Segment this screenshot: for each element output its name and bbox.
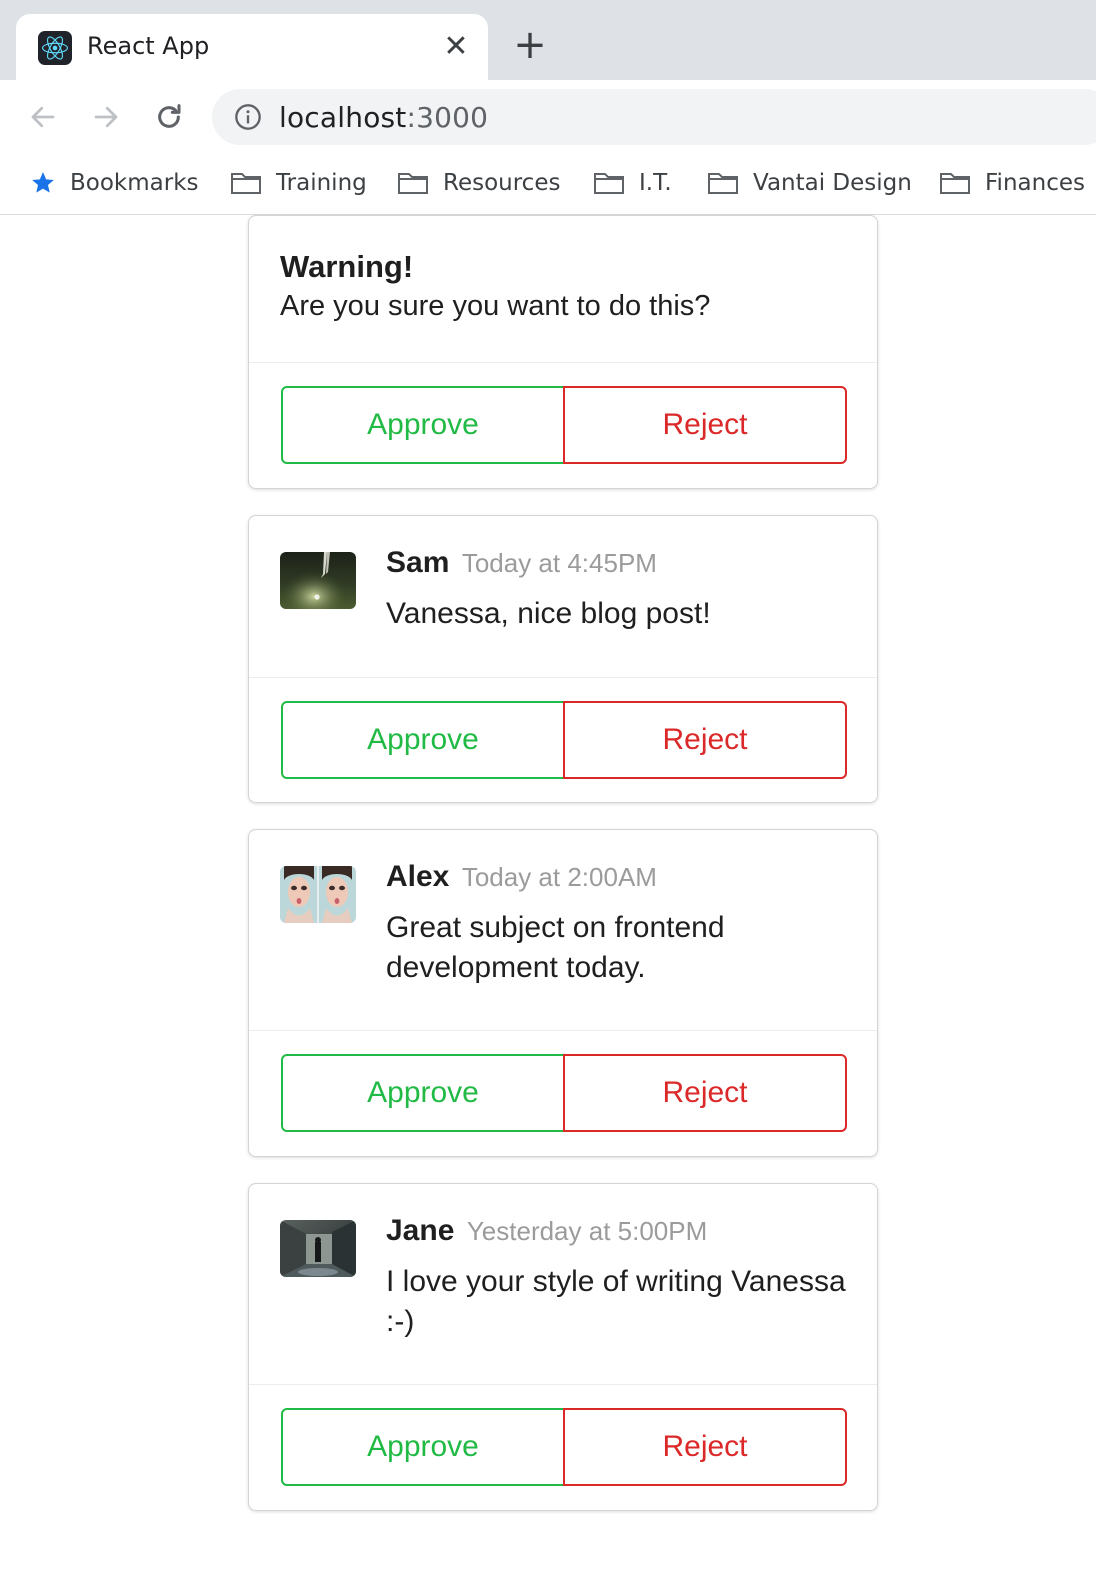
comment-author[interactable]: Alex — [386, 860, 449, 893]
back-arrow-icon[interactable] — [23, 97, 63, 137]
approval-button-group: Approve Reject — [281, 701, 847, 779]
avatar — [280, 552, 356, 609]
info-icon[interactable] — [234, 103, 262, 131]
forward-arrow-icon[interactable] — [86, 97, 126, 137]
comment-header: Jane Yesterday at 5:00PM — [386, 1214, 707, 1248]
comment-card: Jane Yesterday at 5:00PM I love your sty… — [248, 1183, 878, 1511]
bookmark-folder-finances[interactable]: Finances — [939, 168, 1085, 198]
card-content: Jane Yesterday at 5:00PM I love your sty… — [249, 1184, 877, 1384]
approve-button[interactable]: Approve — [281, 701, 565, 779]
tab-title: React App — [87, 32, 210, 60]
approval-button-group: Approve Reject — [281, 1054, 847, 1132]
bookmark-folder-vantai-design[interactable]: Vantai Design — [707, 168, 912, 198]
close-tab-icon[interactable]: ✕ — [442, 32, 470, 62]
card-actions: Approve Reject — [249, 1384, 877, 1510]
bookmark-label: Resources — [443, 170, 561, 196]
approve-button[interactable]: Approve — [281, 386, 565, 464]
warning-title: Warning! — [280, 249, 414, 284]
bookmark-label: Vantai Design — [753, 170, 912, 196]
bookmark-folder-training[interactable]: Training — [230, 168, 367, 198]
approve-button[interactable]: Approve — [281, 1408, 565, 1486]
avatar — [280, 866, 356, 923]
reject-button[interactable]: Reject — [563, 1054, 847, 1132]
folder-icon — [708, 173, 738, 194]
folder-icon — [940, 173, 970, 194]
browser-toolbar: localhost:3000 — [0, 80, 1096, 152]
card-actions: Approve Reject — [249, 362, 877, 488]
card-actions: Approve Reject — [249, 677, 877, 802]
bookmark-label: I.T. — [639, 170, 672, 196]
comment-timestamp: Today at 2:00AM — [461, 862, 657, 892]
folder-icon — [594, 173, 624, 194]
reject-button[interactable]: Reject — [563, 1408, 847, 1486]
card-content: Warning! Are you sure you want to do thi… — [249, 216, 877, 362]
comment-card: Alex Today at 2:00AM Great subject on fr… — [248, 829, 878, 1157]
url-text: localhost:3000 — [279, 101, 489, 134]
comment-author[interactable]: Jane — [386, 1214, 454, 1247]
folder-icon — [231, 173, 261, 194]
bookmarks-bar: Bookmarks Training Resources I.T. Vantai… — [0, 152, 1096, 215]
comment-timestamp: Yesterday at 5:00PM — [466, 1216, 708, 1246]
approve-button[interactable]: Approve — [281, 1054, 565, 1132]
star-icon — [32, 172, 54, 193]
approval-button-group: Approve Reject — [281, 1408, 847, 1486]
tab-strip: React App ✕ + — [0, 0, 1096, 82]
comment-header: Sam Today at 4:45PM — [386, 546, 657, 580]
comment-timestamp: Today at 4:45PM — [461, 548, 657, 578]
bookmark-folder-resources[interactable]: Resources — [397, 168, 560, 198]
folder-icon — [398, 173, 428, 194]
react-favicon-icon — [38, 31, 72, 65]
comment-header: Alex Today at 2:00AM — [386, 860, 657, 894]
bookmark-folder-it[interactable]: I.T. — [593, 168, 672, 198]
card-content: Sam Today at 4:45PM Vanessa, nice blog p… — [249, 516, 877, 677]
reload-icon[interactable] — [149, 97, 189, 137]
bookmark-label: Training — [276, 170, 367, 196]
comment-text: I love your style of writing Vanessa :-) — [386, 1265, 846, 1338]
comment-author[interactable]: Sam — [386, 546, 449, 579]
card-actions: Approve Reject — [249, 1030, 877, 1156]
bookmark-label: Finances — [985, 170, 1085, 196]
card-content: Alex Today at 2:00AM Great subject on fr… — [249, 830, 877, 1030]
warning-text: Are you sure you want to do this? — [280, 290, 711, 322]
address-bar[interactable]: localhost:3000 — [212, 89, 1096, 145]
new-tab-icon[interactable]: + — [512, 25, 548, 65]
comment-text: Vanessa, nice blog post! — [386, 597, 711, 630]
reject-button[interactable]: Reject — [563, 386, 847, 464]
approval-button-group: Approve Reject — [281, 386, 847, 464]
comment-card: Sam Today at 4:45PM Vanessa, nice blog p… — [248, 515, 878, 803]
bookmark-bookmarks[interactable]: Bookmarks — [30, 168, 199, 198]
browser-tab[interactable]: React App ✕ — [16, 14, 488, 82]
warning-card: Warning! Are you sure you want to do thi… — [248, 215, 878, 489]
avatar — [280, 1220, 356, 1277]
comment-text: Great subject on frontend development to… — [386, 911, 725, 984]
bookmark-label: Bookmarks — [70, 170, 199, 196]
reject-button[interactable]: Reject — [563, 701, 847, 779]
